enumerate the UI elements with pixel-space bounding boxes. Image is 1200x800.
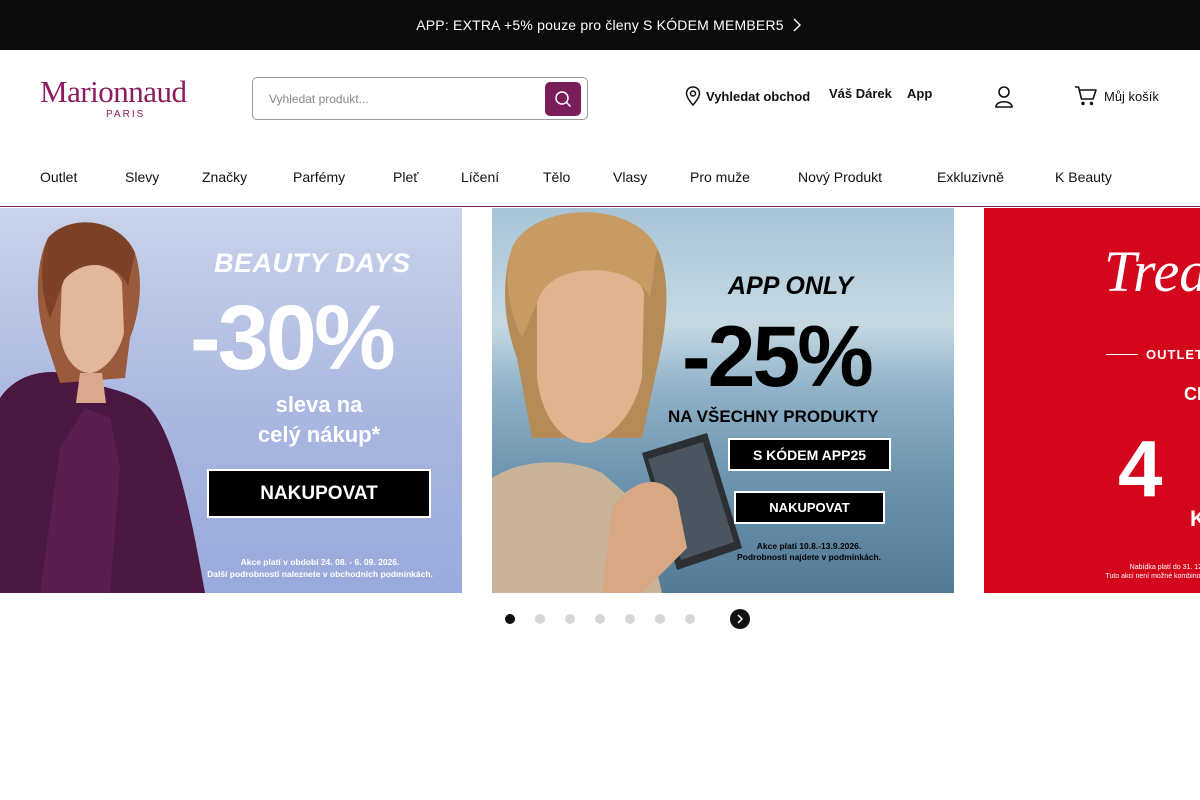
brand-name: Marionnaud: [40, 74, 187, 109]
nav-item-outlet[interactable]: Outlet: [40, 169, 77, 185]
carousel-pagination: [0, 608, 1200, 630]
slide1-headline: -30%: [190, 287, 396, 389]
nav-item-liceni[interactable]: Líčení: [461, 169, 499, 185]
chevron-right-icon: [737, 614, 744, 624]
banner-beauty-days[interactable]: BEAUTY DAYS -30% sleva na celý nákup* NA…: [0, 208, 462, 593]
slide1-subline-2: celý nákup*: [257, 422, 381, 447]
carousel-dot[interactable]: [685, 614, 695, 624]
slide2-subline: NA VŠECHNY PRODUKTY: [668, 407, 879, 426]
slide2-fine-2: Podrobnosti najdete v podmínkách.: [736, 552, 882, 562]
banner-app-only[interactable]: APP ONLY -25% NA VŠECHNY PRODUKTY S KÓDE…: [492, 208, 954, 593]
nav-item-plet[interactable]: Pleť: [393, 169, 418, 185]
slide1-fine-print: Akce platí v období 24. 08. - 6. 09. 202…: [170, 556, 462, 580]
carousel-dot[interactable]: [505, 614, 515, 624]
search-icon: [555, 91, 572, 108]
slide2-fine-1: Akce platí 10.8.-13.9.2026.: [756, 541, 862, 551]
slide3-fine-1: Nabídka platí do 31. 12.: [1129, 564, 1200, 571]
slide3-fine-2: Tuto akci není možné kombinov: [1105, 573, 1200, 580]
main-nav: Outlet Slevy Značky Parfémy Pleť Líčení …: [0, 150, 1200, 207]
slide1-fine-2: Další podrobnosti naleznete v obchodních…: [207, 569, 433, 579]
gift-link[interactable]: Váš Dárek: [829, 86, 892, 101]
slide3-label: OUTLET: [1146, 347, 1200, 362]
nav-item-telo[interactable]: Tělo: [543, 169, 570, 185]
slide3-divider: [1106, 354, 1138, 355]
slide1-fine-1: Akce platí v období 24. 08. - 6. 09. 202…: [240, 557, 400, 567]
brand-logo[interactable]: Marionnaud PARIS: [40, 74, 202, 122]
search-box: [252, 77, 588, 120]
store-locator-link[interactable]: Vyhledat obchod: [685, 86, 810, 106]
slide2-kicker: APP ONLY: [728, 272, 854, 300]
nav-item-k-beauty[interactable]: K Beauty: [1055, 169, 1112, 185]
search-button[interactable]: [545, 82, 581, 116]
cart-link[interactable]: Můj košík: [1074, 85, 1159, 107]
slide1-shop-button[interactable]: NAKUPOVAT: [207, 469, 431, 518]
slide3-fine-print: Nabídka platí do 31. 12. Tuto akci není …: [1084, 563, 1200, 581]
carousel-dot[interactable]: [625, 614, 635, 624]
carousel-dot[interactable]: [565, 614, 575, 624]
app-link[interactable]: App: [907, 86, 932, 101]
chevron-right-icon[interactable]: [789, 17, 805, 33]
slide3-script-title: Treas: [1104, 239, 1200, 304]
location-pin-icon: [685, 86, 701, 106]
banner-outlet[interactable]: Treas OUTLET CE 4 K Nabídka platí do 31.…: [984, 208, 1200, 593]
slide2-promo-code: S KÓDEM APP25: [728, 438, 891, 471]
model-photo: [0, 222, 205, 593]
nav-item-exkluzivne[interactable]: Exkluzivně: [937, 169, 1004, 185]
cart-label: Můj košík: [1104, 88, 1159, 104]
slide3-prefix: CE: [1184, 384, 1200, 404]
nav-item-novy-produkt[interactable]: Nový Produkt: [798, 169, 882, 185]
nav-item-pro-muze[interactable]: Pro muže: [690, 169, 750, 185]
slide1-subline-1: sleva na: [275, 392, 363, 417]
nav-item-slevy[interactable]: Slevy: [125, 169, 159, 185]
brand-tagline: PARIS: [106, 109, 146, 120]
promo-text[interactable]: APP: EXTRA +5% pouze pro členy S KÓDEM M…: [416, 17, 784, 33]
gift-label: Váš Dárek: [829, 86, 892, 101]
carousel-dot[interactable]: [655, 614, 665, 624]
nav-item-znacky[interactable]: Značky: [202, 169, 247, 185]
carousel-dot[interactable]: [595, 614, 605, 624]
slide2-fine-print: Akce platí 10.8.-13.9.2026. Podrobnosti …: [704, 541, 914, 563]
site-header: Marionnaud PARIS Vyhledat obchod Váš Dár…: [0, 50, 1200, 150]
cart-icon: [1075, 86, 1097, 106]
nav-item-parfemy[interactable]: Parfémy: [293, 169, 345, 185]
carousel-dot[interactable]: [535, 614, 545, 624]
nav-item-vlasy[interactable]: Vlasy: [613, 169, 647, 185]
slide2-headline: -25%: [682, 309, 874, 405]
slide1-kicker: BEAUTY DAYS: [214, 248, 411, 278]
search-input[interactable]: [269, 88, 529, 110]
slide3-suffix: K: [1190, 506, 1200, 531]
app-label: App: [907, 86, 933, 101]
slide1-subline: sleva na celý nákup*: [206, 390, 432, 450]
slide3-headline: 4: [1118, 424, 1163, 513]
store-locator-label: Vyhledat obchod: [706, 88, 811, 104]
slide2-shop-button[interactable]: NAKUPOVAT: [734, 491, 885, 524]
promo-bar[interactable]: APP: EXTRA +5% pouze pro členy S KÓDEM M…: [0, 0, 1200, 50]
carousel-next-button[interactable]: [730, 609, 750, 629]
hero-carousel: BEAUTY DAYS -30% sleva na celý nákup* NA…: [0, 208, 1200, 593]
account-icon[interactable]: [993, 85, 1015, 109]
